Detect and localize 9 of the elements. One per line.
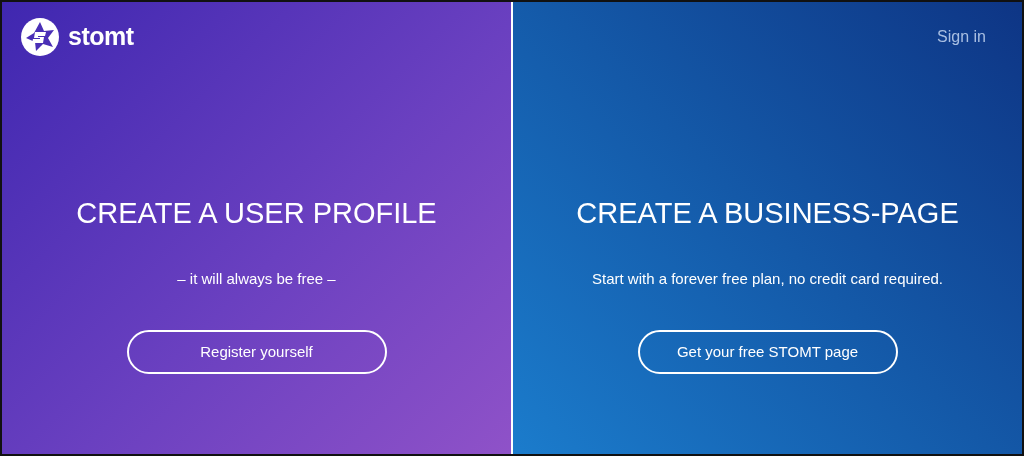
panel-title: CREATE A USER PROFILE: [76, 196, 437, 231]
panel-title: CREATE A BUSINESS-PAGE: [576, 196, 959, 231]
logo-text[interactable]: stomt: [68, 18, 134, 56]
register-button[interactable]: Register yourself: [126, 330, 387, 374]
panel-subtitle: – it will always be free –: [177, 268, 336, 289]
sign-in-link[interactable]: Sign in: [937, 25, 986, 49]
get-page-button[interactable]: Get your free STOMT page: [637, 330, 898, 374]
logo-icon: [20, 17, 60, 57]
panel-subtitle: Start with a forever free plan, no credit card required.: [592, 268, 943, 289]
